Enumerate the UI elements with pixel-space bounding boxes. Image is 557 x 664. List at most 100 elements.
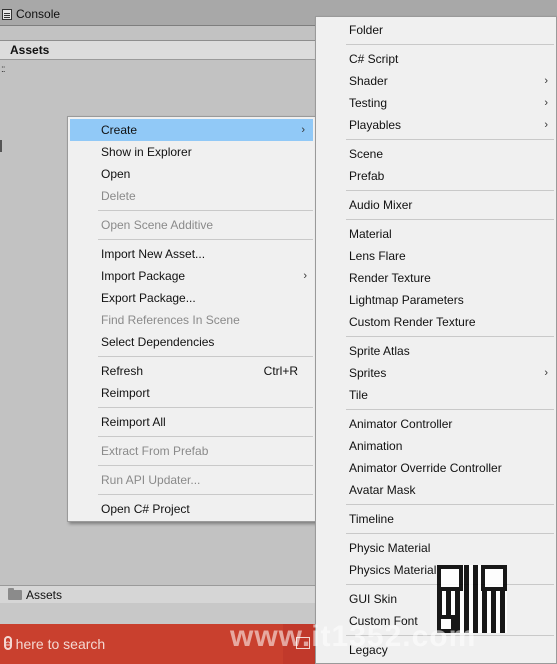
menu-item-label: Extract From Prefab: [101, 444, 209, 458]
create-item-shader[interactable]: Shader ›: [316, 70, 556, 92]
menu-item-import-new-asset[interactable]: Import New Asset...: [68, 243, 315, 265]
create-item-testing[interactable]: Testing ›: [316, 92, 556, 114]
menu-item-label: Sprite Atlas: [349, 344, 410, 358]
menu-separator: [68, 353, 315, 360]
create-item-lens-flare[interactable]: Lens Flare: [316, 245, 556, 267]
menu-item-delete: Delete: [68, 185, 315, 207]
menu-item-label: Animation: [349, 439, 403, 453]
create-item-sprite-atlas[interactable]: Sprite Atlas: [316, 340, 556, 362]
chevron-right-icon: ›: [544, 119, 548, 131]
menu-separator: [316, 501, 556, 508]
menu-item-label: Create: [101, 123, 138, 137]
folder-icon: [8, 588, 22, 600]
console-tab-label: Console: [16, 7, 61, 21]
chevron-right-icon: ›: [544, 367, 548, 379]
menu-item-reimport-all[interactable]: Reimport All: [68, 411, 315, 433]
create-item-playables[interactable]: Playables ›: [316, 114, 556, 136]
menu-separator: [68, 404, 315, 411]
menu-separator: [316, 333, 556, 340]
create-item-render-texture[interactable]: Render Texture: [316, 267, 556, 289]
create-item-lightmap-parameters[interactable]: Lightmap Parameters: [316, 289, 556, 311]
breadcrumb-assets[interactable]: Assets: [26, 588, 62, 602]
grip-dots: ::: [1, 64, 5, 75]
menu-item-label: Avatar Mask: [349, 483, 416, 497]
create-item-folder[interactable]: Folder: [316, 19, 556, 41]
menu-item-run-api-updater: Run API Updater...: [68, 469, 315, 491]
menu-separator: [68, 462, 315, 469]
menu-item-label: Animator Override Controller: [349, 461, 502, 475]
menu-item-open-scene-additive: Open Scene Additive: [68, 214, 315, 236]
menu-item-label: Audio Mixer: [349, 198, 413, 212]
menu-item-label: Export Package...: [101, 291, 196, 305]
menu-item-show-in-explorer[interactable]: Show in Explorer: [68, 141, 315, 163]
chevron-right-icon: ›: [301, 124, 305, 136]
create-item-gui-skin[interactable]: GUI Skin: [316, 588, 556, 610]
menu-item-label: Open C# Project: [101, 502, 190, 516]
shortcut-label: Ctrl+R: [263, 364, 298, 378]
menu-separator: [68, 433, 315, 440]
menu-item-create[interactable]: Create ›: [70, 119, 313, 141]
menu-item-label: Refresh: [101, 364, 144, 378]
left-divider: [0, 140, 2, 152]
create-item-timeline[interactable]: Timeline: [316, 508, 556, 530]
menu-separator: [316, 581, 556, 588]
create-item-animator-controller[interactable]: Animator Controller: [316, 413, 556, 435]
menu-separator: [316, 41, 556, 48]
menu-item-label: Testing: [349, 96, 388, 110]
menu-item-label: Custom Render Texture: [349, 315, 476, 329]
create-item-audio-mixer[interactable]: Audio Mixer: [316, 194, 556, 216]
menu-item-label: Lens Flare: [349, 249, 406, 263]
menu-item-label: Delete: [101, 189, 136, 203]
assets-context-menu: Create › Show in Explorer Open Delete Open Sc…: [67, 116, 316, 522]
create-item-tile[interactable]: Tile: [316, 384, 556, 406]
menu-item-reimport[interactable]: Reimport: [68, 382, 315, 404]
menu-item-label: Import Package: [101, 269, 186, 283]
create-item-scene[interactable]: Scene: [316, 143, 556, 165]
create-item-animation[interactable]: Animation: [316, 435, 556, 457]
menu-item-export-package[interactable]: Export Package...: [68, 287, 315, 309]
menu-item-label: Tile: [349, 388, 368, 402]
create-submenu: Folder C# Script Shader › Testing › Playables ›…: [315, 16, 557, 664]
create-item-sprites[interactable]: Sprites ›: [316, 362, 556, 384]
menu-item-label: Open Scene Additive: [101, 218, 214, 232]
menu-separator: [68, 236, 315, 243]
create-item-prefab[interactable]: Prefab: [316, 165, 556, 187]
menu-separator: [316, 136, 556, 143]
menu-separator: [316, 530, 556, 537]
menu-item-label: Select Dependencies: [101, 335, 215, 349]
assets-panel-title: Assets: [10, 43, 50, 57]
menu-item-import-package[interactable]: Import Package ›: [68, 265, 315, 287]
menu-item-label: Scene: [349, 147, 384, 161]
menu-item-find-references-in-scene: Find References In Scene: [68, 309, 315, 331]
create-item-animator-override-controller[interactable]: Animator Override Controller: [316, 457, 556, 479]
console-tab[interactable]: Console: [0, 5, 60, 23]
menu-item-label: C# Script: [349, 52, 399, 66]
microphone-icon[interactable]: [4, 636, 12, 650]
menu-item-select-dependencies[interactable]: Select Dependencies: [68, 331, 315, 353]
menu-item-label: Run API Updater...: [101, 473, 201, 487]
menu-item-open[interactable]: Open: [68, 163, 315, 185]
console-icon: [2, 8, 12, 20]
create-item-custom-render-texture[interactable]: Custom Render Texture: [316, 311, 556, 333]
menu-item-refresh[interactable]: Refresh Ctrl+R: [68, 360, 315, 382]
create-item-physics-material[interactable]: Physics Material: [316, 559, 556, 581]
menu-item-label: Render Texture: [349, 271, 431, 285]
site-watermark: www.it1352.com: [230, 620, 477, 653]
create-item-c-script[interactable]: C# Script: [316, 48, 556, 70]
menu-item-extract-from-prefab: Extract From Prefab: [68, 440, 315, 462]
menu-item-label: Timeline: [349, 512, 394, 526]
menu-item-label: Sprites: [349, 366, 387, 380]
menu-item-label: Show in Explorer: [101, 145, 192, 159]
menu-separator: [316, 187, 556, 194]
menu-item-label: Playables: [349, 118, 402, 132]
create-item-physic-material[interactable]: Physic Material: [316, 537, 556, 559]
menu-item-label: Find References In Scene: [101, 313, 240, 327]
create-item-avatar-mask[interactable]: Avatar Mask: [316, 479, 556, 501]
chevron-right-icon: ›: [544, 75, 548, 87]
menu-item-open-c-project[interactable]: Open C# Project: [68, 498, 315, 520]
chevron-right-icon: ›: [303, 270, 307, 282]
create-item-material[interactable]: Material: [316, 223, 556, 245]
menu-item-label: Folder: [349, 23, 384, 37]
menu-separator: [316, 406, 556, 413]
menu-item-label: Open: [101, 167, 131, 181]
